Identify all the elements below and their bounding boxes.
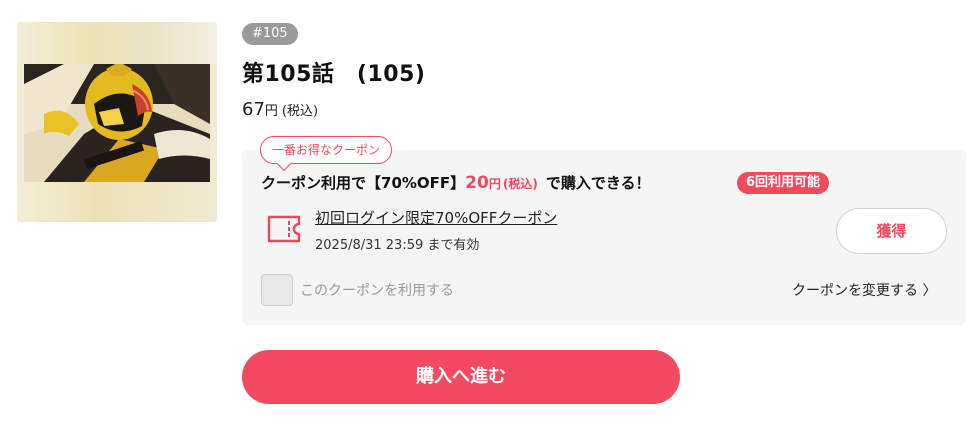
use-coupon-checkbox[interactable]	[261, 274, 293, 306]
price-tax-note: (税込)	[281, 104, 319, 119]
change-coupon-link[interactable]: クーポンを変更する 〉	[792, 280, 936, 300]
use-coupon-label: このクーポンを利用する	[300, 283, 454, 299]
discounted-price: 20	[465, 173, 489, 193]
episode-cover-image	[24, 64, 210, 182]
coupon-headline: クーポン利用で【70%OFF】 20 円 (税込) で購入できる！	[261, 172, 651, 193]
episode-price: 67円 (税込)	[242, 99, 318, 120]
uses-available-badge: 6回利用可能	[737, 172, 830, 194]
discounted-price-tax-note: (税込)	[502, 177, 538, 191]
headline-prefix: クーポン利用で【70%OFF】	[261, 174, 466, 192]
coupon-expiry: 2025/8/31 23:59 まで有効	[315, 238, 480, 253]
best-coupon-tag: 一番お得なクーポン	[260, 136, 393, 164]
price-value: 67	[242, 99, 265, 120]
proceed-to-purchase-button[interactable]: 購入へ進む	[242, 350, 680, 404]
change-coupon-label: クーポンを変更する	[792, 283, 918, 299]
ticket-icon	[267, 215, 301, 243]
coupon-name-link[interactable]: 初回ログイン限定70%OFFクーポン	[315, 207, 557, 228]
episode-title: 第105話 (105)	[242, 62, 426, 87]
thumbnail-blur-top	[17, 22, 217, 64]
chevron-right-icon: 〉	[922, 283, 937, 299]
get-coupon-button[interactable]: 獲得	[836, 208, 947, 254]
price-unit: 円	[264, 104, 278, 119]
headline-suffix: で購入できる！	[545, 174, 651, 192]
discounted-price-unit: 円	[488, 177, 501, 191]
episode-number-badge: #105	[242, 23, 298, 45]
thumbnail-blur-bottom	[17, 182, 217, 222]
episode-thumbnail	[17, 22, 217, 222]
